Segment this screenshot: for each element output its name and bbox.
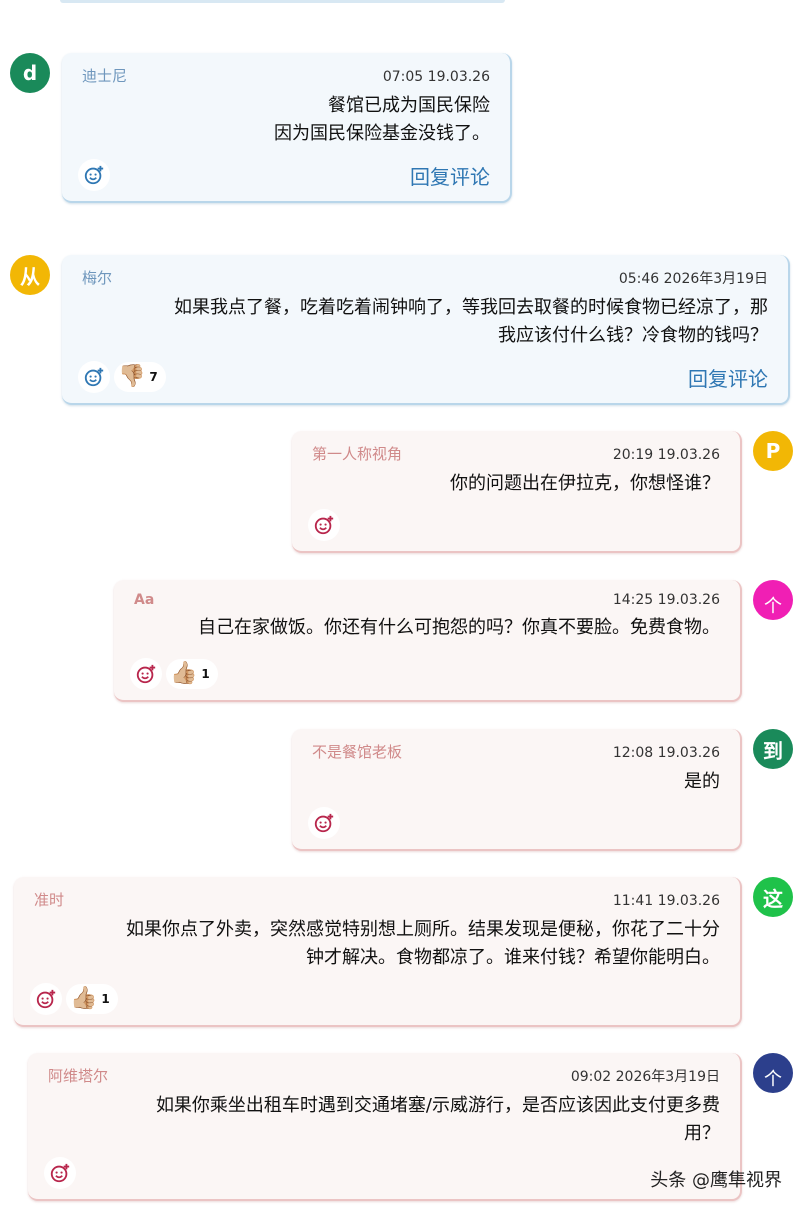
reaction-count: 1 [101, 992, 110, 1006]
comment-author[interactable]: 梅尔 [82, 267, 112, 288]
comment-card: Aa 14:25 19.03.26 自己在家做饭。你还有什么可抱怨的吗？你真不要… [114, 580, 742, 702]
add-reaction-button[interactable] [308, 807, 340, 839]
smiley-plus-icon [136, 664, 156, 684]
avatar[interactable]: d [10, 53, 50, 93]
comment-card: 不是餐馆老板 12:08 19.03.26 是的 [292, 729, 742, 851]
reply-button[interactable]: 回复评论 [688, 363, 768, 392]
reaction-chip[interactable]: 👍🏼 1 [166, 659, 218, 689]
reaction-chip[interactable]: 👎🏼 7 [114, 362, 166, 392]
reply-button[interactable]: 回复评论 [410, 161, 490, 190]
add-reaction-button[interactable] [44, 1157, 76, 1189]
watermark: 头条 @鹰隼视界 [650, 1170, 782, 1191]
smiley-plus-icon [314, 515, 334, 535]
comment-timestamp: 09:02 2026年3月19日 [570, 1069, 720, 1085]
comment-timestamp: 07:05 19.03.26 [382, 69, 490, 85]
comment-card: 阿维塔尔 09:02 2026年3月19日 如果你乘坐出租车时遇到交通堵塞/示威… [28, 1053, 742, 1201]
reaction-count: 7 [149, 370, 158, 384]
thumbs-up-icon: 👍🏼 [170, 661, 198, 686]
comment-author[interactable]: Aa [134, 592, 154, 608]
smiley-plus-icon [84, 165, 104, 185]
comment-text: 自己在家做饭。你还有什么可抱怨的吗？你真不要脸。免费食物。 [198, 617, 720, 638]
comment-timestamp: 05:46 2026年3月19日 [618, 271, 768, 287]
add-reaction-button[interactable] [308, 509, 340, 541]
comment-text: 如果你乘坐出租车时遇到交通堵塞/示威游行，是否应该因此支付更多费 用？ [155, 1095, 720, 1144]
avatar[interactable]: 到 [753, 729, 793, 769]
comment-card: 梅尔 05:46 2026年3月19日 如果我点了餐，吃着吃着闹钟响了，等我回去… [62, 255, 790, 405]
comment-author[interactable]: 迪士尼 [82, 65, 127, 86]
reaction-chip[interactable]: 👍🏼 1 [66, 984, 118, 1014]
comment-timestamp: 12:08 19.03.26 [612, 745, 720, 761]
comment-text: 你的问题出在伊拉克，你想怪谁？ [450, 473, 720, 494]
smiley-plus-icon [314, 813, 334, 833]
thumbs-down-icon: 👎🏼 [118, 364, 146, 389]
comment-text: 如果我点了餐，吃着吃着闹钟响了，等我回去取餐的时候食物已经凉了，那 我应该付什么… [174, 297, 768, 346]
comment-card: 迪士尼 07:05 19.03.26 餐馆已成为国民保险 因为国民保险基金没钱了… [62, 53, 512, 203]
avatar[interactable]: 个 [753, 580, 793, 620]
comment-author[interactable]: 准时 [34, 889, 64, 910]
comment-timestamp: 14:25 19.03.26 [612, 592, 720, 608]
comment-text: 餐馆已成为国民保险 因为国民保险基金没钱了。 [274, 95, 490, 144]
comment-card: 第一人称视角 20:19 19.03.26 你的问题出在伊拉克，你想怪谁？ [292, 431, 742, 553]
avatar[interactable]: 这 [753, 877, 793, 917]
comment-text: 是的 [684, 771, 720, 792]
comment-timestamp: 20:19 19.03.26 [612, 447, 720, 463]
smiley-plus-icon [50, 1163, 70, 1183]
avatar[interactable]: 从 [10, 255, 50, 295]
add-reaction-button[interactable] [78, 361, 110, 393]
comment-text: 如果你点了外卖，突然感觉特别想上厕所。结果发现是便秘，你花了二十分 钟才解决。食… [126, 919, 720, 968]
add-reaction-button[interactable] [130, 658, 162, 690]
reaction-count: 1 [201, 667, 210, 681]
thumbs-up-icon: 👍🏼 [70, 986, 98, 1011]
comment-timestamp: 11:41 19.03.26 [612, 893, 720, 909]
comment-author[interactable]: 第一人称视角 [312, 443, 402, 464]
comment-author[interactable]: 不是餐馆老板 [312, 741, 402, 762]
smiley-plus-icon [36, 989, 56, 1009]
avatar[interactable]: 个 [753, 1053, 793, 1093]
smiley-plus-icon [84, 367, 104, 387]
avatar[interactable]: P [753, 431, 793, 471]
add-reaction-button[interactable] [78, 159, 110, 191]
add-reaction-button[interactable] [30, 983, 62, 1015]
previous-card-edge [60, 0, 505, 3]
comment-author[interactable]: 阿维塔尔 [48, 1065, 108, 1086]
comment-card: 准时 11:41 19.03.26 如果你点了外卖，突然感觉特别想上厕所。结果发… [14, 877, 742, 1027]
